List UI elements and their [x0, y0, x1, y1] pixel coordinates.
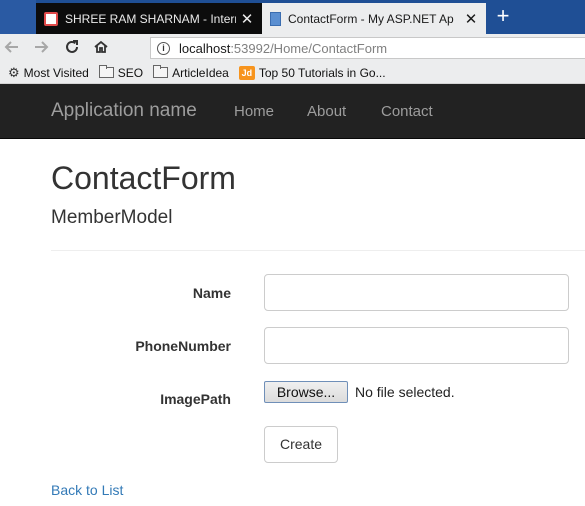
bookmark-label: SEO	[117, 65, 144, 80]
back-arrow-icon[interactable]	[2, 38, 22, 58]
phone-number-input[interactable]	[264, 327, 569, 364]
new-tab-icon[interactable]: +	[492, 5, 514, 27]
close-tab-icon[interactable]: ✕	[240, 10, 254, 28]
back-to-list-link[interactable]: Back to List	[51, 482, 123, 498]
bookmark-label: Most Visited	[23, 65, 89, 80]
folder-icon	[153, 65, 169, 78]
browser-tabstrip: SHREE RAM SHARNAM - Intern ✕ ContactForm…	[0, 0, 585, 34]
jd-icon: Jd	[238, 65, 255, 80]
nav-contact-link[interactable]: Contact	[381, 103, 433, 120]
divider	[51, 250, 585, 251]
page-favicon-icon	[270, 11, 281, 26]
bookmark-top-50-tutorials[interactable]: Jd Top 50 Tutorials in Go...	[238, 65, 386, 80]
close-tab-icon[interactable]: ✕	[464, 10, 478, 28]
reload-icon[interactable]	[62, 38, 82, 58]
create-button[interactable]: Create	[264, 426, 338, 463]
bookmark-most-visited[interactable]: ⚙ Most Visited	[8, 65, 89, 81]
folder-icon	[98, 65, 114, 78]
tab-title: SHREE RAM SHARNAM - Intern	[65, 11, 236, 26]
tab-contactform[interactable]: ContactForm - My ASP.NET Ap ✕	[262, 3, 486, 34]
gear-icon: ⚙	[8, 64, 20, 80]
browse-button[interactable]: Browse...	[264, 381, 348, 403]
address-bar[interactable]: i localhost:53992/Home/ContactForm	[150, 37, 585, 59]
file-status-text: No file selected.	[355, 384, 455, 400]
url-path: :53992/Home/ContactForm	[230, 40, 388, 56]
name-input[interactable]	[264, 274, 569, 311]
tabstrip-side	[0, 0, 36, 34]
bookmark-articleidea[interactable]: ArticleIdea	[153, 65, 229, 80]
tab-shree-ram-sharnam[interactable]: SHREE RAM SHARNAM - Intern ✕	[36, 3, 262, 34]
browser-toolbar: i localhost:53992/Home/ContactForm	[0, 34, 585, 62]
home-icon[interactable]	[91, 38, 111, 58]
site-favicon-icon	[44, 11, 58, 26]
bookmark-label: Top 50 Tutorials in Go...	[258, 65, 386, 80]
url-host: localhost	[179, 40, 231, 56]
page-subtitle: MemberModel	[51, 207, 173, 228]
image-path-label: ImagePath	[160, 391, 231, 407]
info-icon[interactable]: i	[157, 41, 170, 55]
nav-home-link[interactable]: Home	[234, 103, 274, 120]
nav-about-link[interactable]: About	[307, 103, 346, 120]
bookmarks-bar: ⚙ Most Visited SEO ArticleIdea Jd Top 50…	[0, 62, 585, 84]
page-title: ContactForm	[51, 160, 236, 196]
name-label: Name	[192, 285, 231, 301]
brand-link[interactable]: Application name	[51, 100, 197, 122]
tab-title: ContactForm - My ASP.NET Ap	[288, 11, 454, 26]
bookmark-seo[interactable]: SEO	[98, 65, 144, 80]
site-navbar: Application name Home About Contact	[0, 84, 585, 139]
bookmark-label: ArticleIdea	[172, 65, 229, 80]
phone-number-label: PhoneNumber	[135, 338, 231, 354]
forward-arrow-icon[interactable]	[31, 38, 51, 58]
